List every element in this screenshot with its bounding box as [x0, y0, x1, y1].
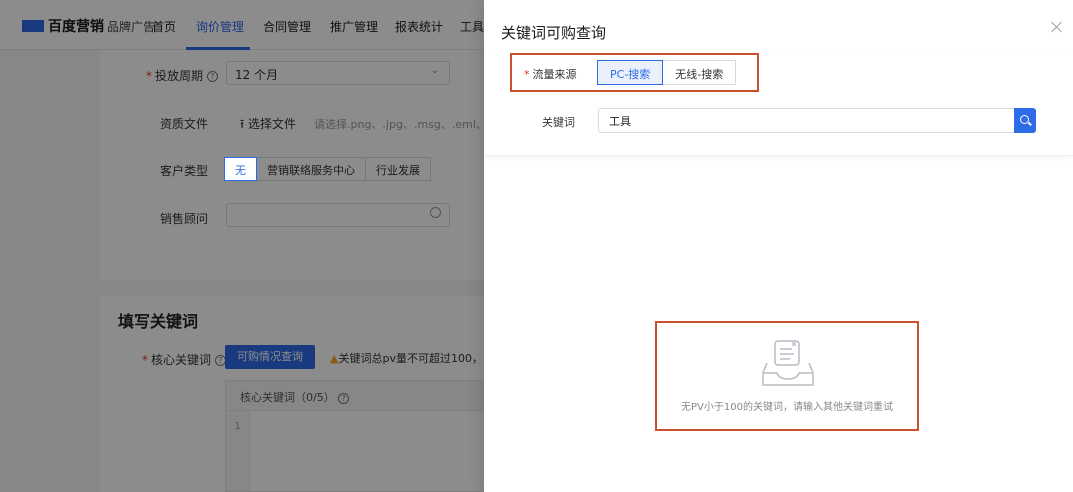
empty-state-message: 无PV小于100的关键词，请输入其他关键词重试 — [681, 402, 893, 413]
close-icon[interactable] — [1050, 20, 1064, 34]
customer-type-none[interactable]: 无 — [224, 157, 257, 181]
modal-overlay[interactable] — [0, 0, 484, 492]
empty-inbox-icon — [762, 340, 814, 386]
traffic-mobile-search[interactable]: 无线-搜索 — [662, 60, 737, 85]
drawer-title: 关键词可购查询 — [501, 24, 607, 42]
keyword-label: 关键词 — [542, 116, 575, 129]
query-panel: * 流量来源 PC-搜索 无线-搜索 关键词 — [484, 50, 1073, 156]
traffic-pc-search[interactable]: PC-搜索 — [597, 60, 664, 85]
empty-state: 无PV小于100的关键词，请输入其他关键词重试 — [655, 321, 919, 431]
keyword-availability-drawer: 关键词可购查询 *流量来源 PC-搜索 无线-搜索 关键词 无PV小于100的关… — [484, 0, 1073, 492]
keyword-input[interactable] — [598, 108, 1014, 133]
traffic-source-label: * 流量来源 — [524, 68, 577, 81]
keyword-search-button[interactable] — [1014, 108, 1036, 133]
traffic-source-selector: PC-搜索 无线-搜索 — [597, 60, 737, 85]
